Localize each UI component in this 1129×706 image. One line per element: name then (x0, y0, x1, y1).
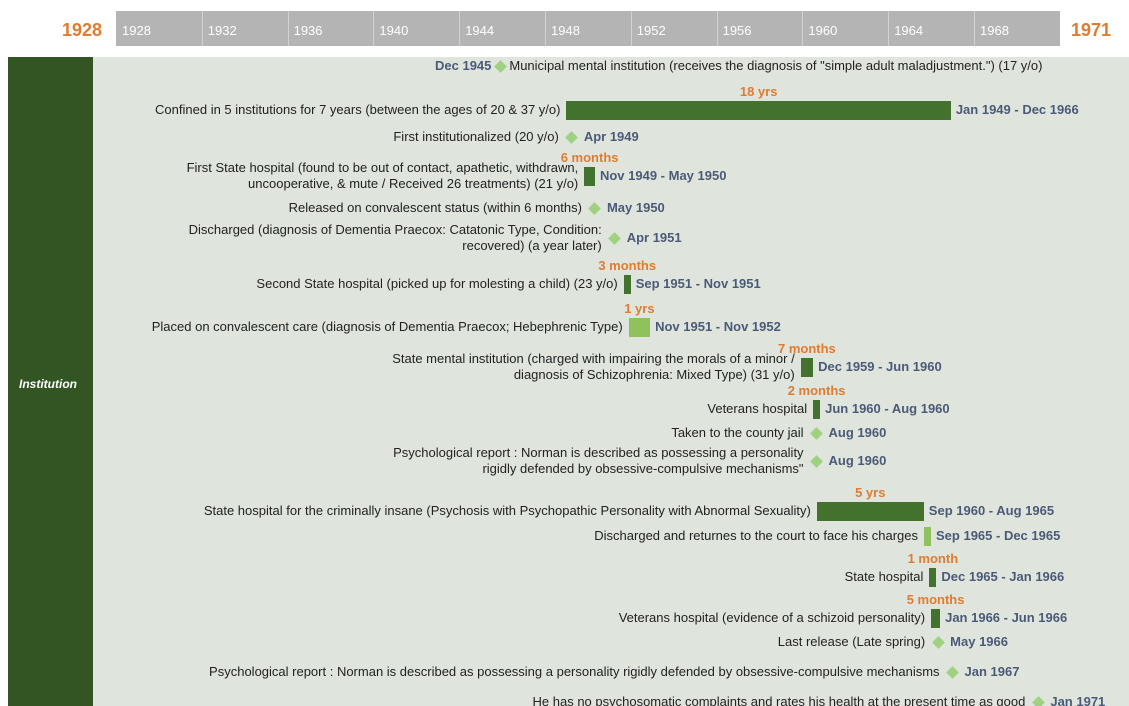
milestone-diamond-icon[interactable] (494, 59, 507, 73)
event-date: Jan 1966 - Jun 1966 (945, 610, 1068, 625)
event-label: State hospital for the criminally insane… (203, 503, 811, 518)
event-label: Released on convalescent status (within … (288, 200, 582, 215)
event-label: Veterans hospital (707, 401, 808, 416)
range-end-label: 1971 (1071, 20, 1112, 40)
event-label: Placed on convalescent care (diagnosis o… (151, 319, 623, 334)
group-column: Institution (8, 57, 93, 706)
event-date: Nov 1951 - Nov 1952 (655, 319, 781, 334)
event-date: Apr 1951 (626, 230, 682, 245)
axis-tick-label: 1936 (293, 23, 323, 38)
milestone-diamond-icon[interactable] (588, 201, 602, 215)
axis-tick-label: 1968 (980, 23, 1009, 38)
event-label: State mental institution (charged with i… (392, 351, 795, 382)
axis-tick-line (287, 11, 289, 46)
event-label: Psychological report : Norman is describ… (209, 664, 940, 679)
axis-tick-label: 1960 (808, 23, 838, 38)
event-date: Nov 1949 - May 1950 (599, 168, 727, 183)
axis-tick-line (630, 11, 632, 46)
event-date: Jan 1949 - Dec 1966 (955, 102, 1079, 117)
event-label: Discharged and returnes to the court to … (594, 528, 919, 543)
event-date: Sep 1951 - Nov 1951 (635, 276, 761, 291)
axis-tick-line (802, 11, 804, 46)
event-date: Aug 1960 (828, 425, 887, 440)
axis-tick-label: 1940 (379, 23, 409, 38)
axis-tick-label: 1932 (207, 23, 237, 38)
event-label: Psychological report : Norman is describ… (393, 445, 804, 476)
axis-tick-line (373, 11, 375, 46)
event-date: May 1966 (950, 634, 1008, 649)
event-date: Jan 1967 (964, 664, 1020, 679)
event-label: He has no psychosomatic complaints and r… (532, 694, 1026, 706)
event-date: May 1950 (606, 200, 665, 215)
event-date: Sep 1965 - Dec 1965 (936, 528, 1061, 543)
event-bar[interactable] (813, 400, 821, 419)
event-bar[interactable] (816, 502, 924, 521)
event-duration: 1 month (907, 551, 959, 566)
axis-tick-label: 1964 (894, 23, 924, 38)
event-label: Discharged (diagnosis of Dementia Praeco… (188, 222, 602, 253)
event-label: First State hospital (found to be out of… (186, 160, 579, 191)
event-bar[interactable] (623, 275, 631, 294)
timeline-panel: Institution Municipal mental institution… (8, 57, 1129, 706)
milestone-diamond-icon[interactable] (931, 635, 945, 649)
event-date: Jan 1971 (1050, 694, 1106, 706)
event-label: Confined in 5 institutions for 7 years (… (155, 102, 561, 117)
event-duration: 5 yrs (855, 485, 886, 500)
axis-tick-line (716, 11, 718, 46)
event-label: Municipal mental institution (receives t… (509, 58, 1043, 73)
event-date: Aug 1960 (828, 453, 887, 468)
axis-tick-label: 1948 (551, 23, 580, 38)
axis-tick-line (459, 11, 461, 46)
event-date: Dec 1945 (435, 58, 492, 73)
event-date: Apr 1949 (583, 129, 639, 144)
milestone-diamond-icon[interactable] (608, 231, 622, 245)
axis-tick-line (201, 11, 203, 46)
event-bar[interactable] (800, 358, 814, 377)
milestone-diamond-icon[interactable] (810, 426, 823, 440)
group-label: Institution (19, 377, 77, 391)
axis-tick-line (888, 11, 890, 46)
milestone-diamond-icon[interactable] (1031, 695, 1045, 706)
event-bar[interactable] (924, 527, 932, 546)
axis-tick-label: 1928 (122, 23, 151, 38)
event-duration: 1 yrs (624, 301, 655, 316)
range-start-label: 1928 (62, 20, 103, 40)
event-duration: 2 months (787, 383, 846, 398)
event-date: Jun 1960 - Aug 1960 (825, 401, 950, 416)
event-bar[interactable] (929, 568, 937, 587)
event-date: Dec 1959 - Jun 1960 (818, 359, 942, 374)
event-label: Last release (Late spring) (777, 634, 926, 649)
milestone-diamond-icon[interactable] (810, 454, 823, 468)
milestone-diamond-icon[interactable] (946, 665, 959, 679)
event-date: Dec 1965 - Jan 1966 (941, 569, 1065, 584)
milestone-diamond-icon[interactable] (565, 130, 579, 144)
event-bar[interactable] (931, 609, 941, 628)
axis-tick-line (545, 11, 546, 46)
event-label: Taken to the county jail (671, 425, 804, 440)
timeline-axis-bar: 1928 1932 1936 1940 1944 1948 1952 1956 1960 1964… (116, 11, 1060, 46)
event-duration: 3 months (598, 258, 657, 273)
event-date: Sep 1960 - Aug 1965 (928, 503, 1055, 518)
event-label: Veterans hospital (evidence of a schizoi… (618, 610, 926, 625)
event-bar[interactable] (566, 101, 951, 120)
event-bar[interactable] (584, 167, 595, 186)
event-bar[interactable] (628, 318, 651, 337)
axis-tick-label: 1952 (636, 23, 666, 38)
event-duration: 5 months (906, 592, 965, 607)
event-label: State hospital (844, 569, 924, 584)
axis-tick-line (974, 11, 975, 46)
axis-tick-label: 1956 (722, 23, 752, 38)
event-label: Second State hospital (picked up for mol… (256, 276, 618, 291)
event-duration: 18 yrs (739, 84, 778, 99)
event-label: First institutionalized (20 y/o) (393, 129, 559, 144)
axis-tick-label: 1944 (465, 23, 495, 38)
